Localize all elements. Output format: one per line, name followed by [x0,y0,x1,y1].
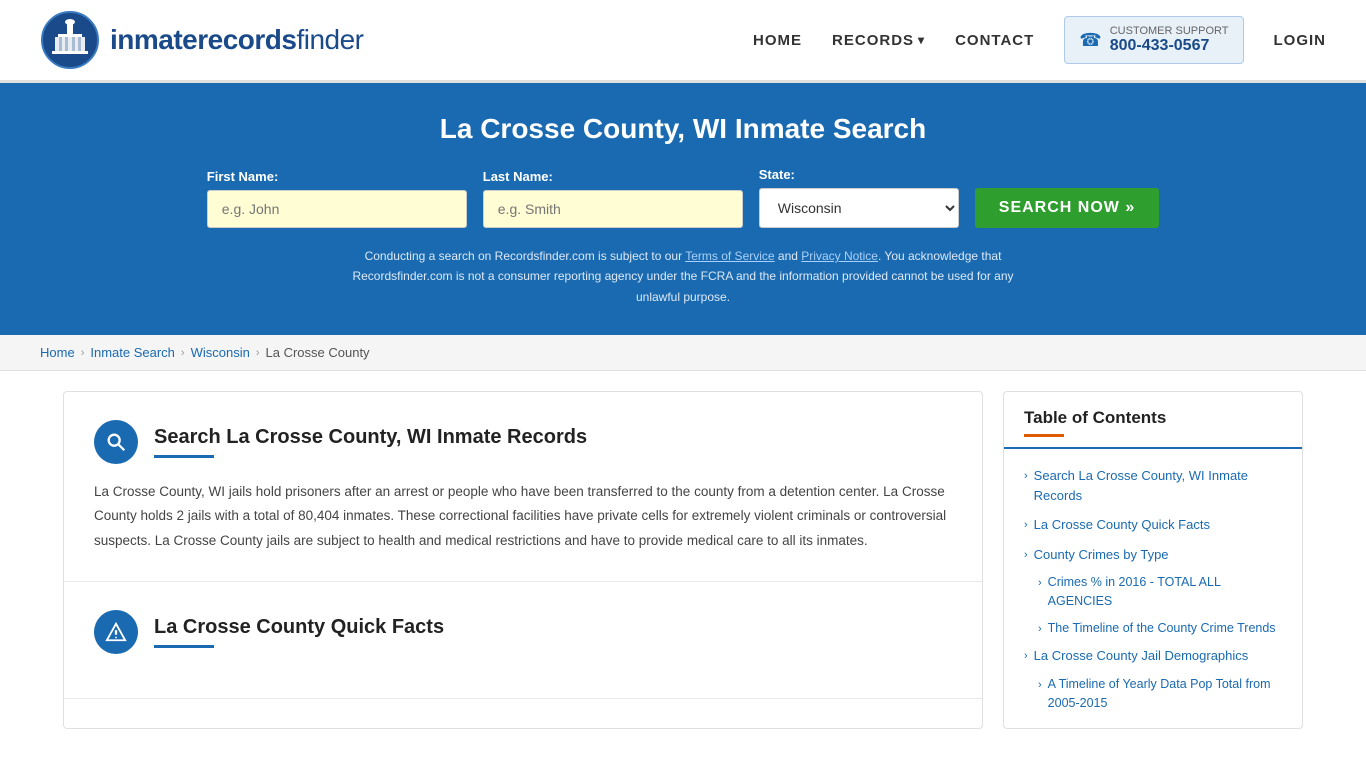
quick-facts-title: La Crosse County Quick Facts [154,616,444,639]
search-icon [105,431,127,453]
toc-subitem-3: › A Timeline of Yearly Data Pop Total fr… [1004,671,1302,717]
nav-contact[interactable]: CONTACT [955,32,1034,49]
state-group: State: Wisconsin Alabama Alaska Arizona [759,167,959,228]
toc-title: Table of Contents [1024,408,1282,428]
support-info: CUSTOMER SUPPORT 800-433-0567 [1110,25,1229,55]
nav-login[interactable]: LOGIN [1274,32,1327,49]
toc-chevron-icon: › [1038,575,1042,592]
section-title-block: Search La Crosse County, WI Inmate Recor… [154,426,587,458]
toc-link-4[interactable]: › La Crosse County Jail Demographics [1024,646,1282,666]
title-underline-qf [154,645,214,648]
breadcrumb-sep-1: › [81,347,85,359]
title-underline [154,455,214,458]
toc-item-3: › County Crimes by Type [1004,540,1302,570]
section-header-inmate: Search La Crosse County, WI Inmate Recor… [94,420,952,464]
state-select[interactable]: Wisconsin Alabama Alaska Arizona [759,188,959,228]
toc-subitem-2: › The Timeline of the County Crime Trend… [1004,615,1302,642]
phone-icon: ☎ [1079,30,1101,51]
search-form: First Name: Last Name: State: Wisconsin … [40,167,1326,228]
hero-section: La Crosse County, WI Inmate Search First… [0,83,1366,335]
logo[interactable]: inmaterecordsfinder [40,10,364,70]
breadcrumb-inmate-search[interactable]: Inmate Search [90,345,175,360]
content-area: Search La Crosse County, WI Inmate Recor… [63,391,983,729]
section-title-block-qf: La Crosse County Quick Facts [154,616,444,648]
search-button[interactable]: SEARCH NOW » [975,188,1159,228]
last-name-input[interactable] [483,190,743,228]
inmate-records-title: Search La Crosse County, WI Inmate Recor… [154,426,587,449]
toc-sub-link-3[interactable]: › A Timeline of Yearly Data Pop Total fr… [1038,675,1282,713]
state-label: State: [759,167,795,182]
main-content: Search La Crosse County, WI Inmate Recor… [43,391,1323,729]
breadcrumb-state[interactable]: Wisconsin [191,345,250,360]
toc-chevron-icon: › [1024,468,1028,485]
breadcrumb: Home › Inmate Search › Wisconsin › La Cr… [0,335,1366,371]
breadcrumb-sep-3: › [256,347,260,359]
last-name-label: Last Name: [483,169,553,184]
toc-link-1[interactable]: › Search La Crosse County, WI Inmate Rec… [1024,466,1282,505]
inmate-records-body: La Crosse County, WI jails hold prisoner… [94,480,952,553]
section-header-quickfacts: La Crosse County Quick Facts [94,610,952,654]
toc-item-1: › Search La Crosse County, WI Inmate Rec… [1004,461,1302,510]
support-label: CUSTOMER SUPPORT [1110,25,1229,37]
toc-chevron-icon: › [1038,677,1042,694]
quick-facts-section: La Crosse County Quick Facts [64,582,982,699]
site-header: inmaterecordsfinder HOME RECORDS ▾ CONTA… [0,0,1366,83]
hero-title: La Crosse County, WI Inmate Search [40,113,1326,145]
toc-item-4: › La Crosse County Jail Demographics [1004,641,1302,671]
info-icon [105,621,127,643]
hero-disclaimer: Conducting a search on Recordsfinder.com… [343,246,1023,307]
toc-link-3[interactable]: › County Crimes by Type [1024,545,1282,565]
nav-home[interactable]: HOME [753,32,802,49]
toc-underline [1024,434,1064,437]
toc-chevron-icon: › [1024,517,1028,534]
toc-link-2[interactable]: › La Crosse County Quick Facts [1024,515,1282,535]
toc-subitem-1: › Crimes % in 2016 - TOTAL ALL AGENCIES [1004,569,1302,615]
main-nav: HOME RECORDS ▾ CONTACT ☎ CUSTOMER SUPPOR… [753,16,1326,64]
toc-item-2: › La Crosse County Quick Facts [1004,510,1302,540]
chevron-down-icon: ▾ [918,33,925,47]
toc-sub-link-1[interactable]: › Crimes % in 2016 - TOTAL ALL AGENCIES [1038,573,1282,611]
toc-box: Table of Contents › Search La Crosse Cou… [1003,391,1303,729]
nav-records[interactable]: RECORDS ▾ [832,32,925,49]
toc-chevron-icon: › [1024,547,1028,564]
support-phone-number: 800-433-0567 [1110,37,1229,55]
inmate-records-section: Search La Crosse County, WI Inmate Recor… [64,392,982,582]
privacy-link[interactable]: Privacy Notice [801,249,878,263]
toc-header: Table of Contents [1004,392,1302,449]
sidebar: Table of Contents › Search La Crosse Cou… [1003,391,1303,729]
first-name-group: First Name: [207,169,467,228]
breadcrumb-sep-2: › [181,347,185,359]
first-name-input[interactable] [207,190,467,228]
logo-icon [40,10,100,70]
info-section-icon [94,610,138,654]
logo-text: inmaterecordsfinder [110,24,364,56]
toc-list: › Search La Crosse County, WI Inmate Rec… [1004,449,1302,728]
first-name-label: First Name: [207,169,279,184]
toc-sub-link-2[interactable]: › The Timeline of the County Crime Trend… [1038,619,1282,638]
customer-support-box[interactable]: ☎ CUSTOMER SUPPORT 800-433-0567 [1064,16,1243,64]
toc-chevron-icon: › [1024,648,1028,665]
tos-link[interactable]: Terms of Service [685,249,774,263]
toc-chevron-icon: › [1038,621,1042,638]
last-name-group: Last Name: [483,169,743,228]
breadcrumb-home[interactable]: Home [40,345,75,360]
search-section-icon [94,420,138,464]
breadcrumb-county: La Crosse County [266,345,370,360]
